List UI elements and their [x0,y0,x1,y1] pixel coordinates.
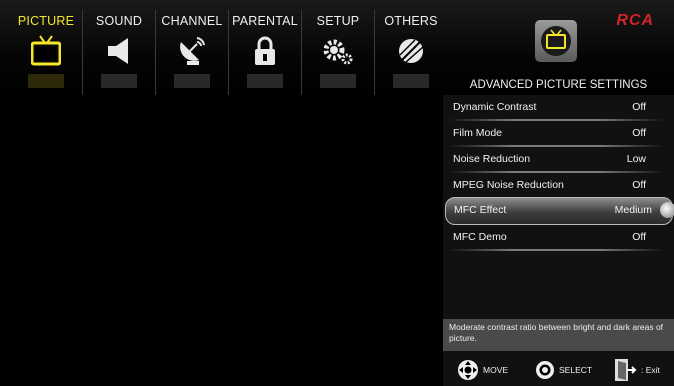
ok-button-icon [536,361,554,379]
tab-label: CHANNEL [161,14,223,28]
setting-mpeg-noise-reduction[interactable]: MPEG Noise Reduction Off [443,173,674,199]
tab-label: PARENTAL [232,14,298,28]
tab-label: OTHERS [384,14,438,28]
section-title: ADVANCED PICTURE SETTINGS [469,79,648,91]
tab-others[interactable]: OTHERS [375,10,447,95]
legend-move-label: MOVE [483,365,509,375]
legend-exit: : Exit [613,357,660,383]
setting-value: Off [632,231,646,243]
tab-parental[interactable]: PARENTAL [229,10,302,95]
setting-label: Film Mode [453,127,503,139]
exit-door-icon [615,359,637,381]
rca-logo: RCA [616,12,654,29]
setting-mfc-effect[interactable]: MFC Effect Medium [445,197,674,225]
help-box: Moderate contrast ratio between bright a… [443,319,674,351]
setting-label: Dynamic Contrast [453,101,537,113]
setting-value: Off [632,101,646,113]
button-legend: MOVE SELECT : Exit [443,357,674,383]
tab-reflection [101,74,137,88]
setting-label: MFC Demo [453,231,507,243]
tab-label: PICTURE [17,14,75,28]
tab-reflection [174,74,210,88]
setting-film-mode[interactable]: Film Mode Off [443,121,674,147]
top-menu-bar: PICTURE SOUND CHANNEL PARENTAL SETUP OTH… [0,0,674,95]
lock-icon [255,36,275,65]
tab-picture[interactable]: PICTURE [10,10,83,95]
tab-reflection [320,74,356,88]
tab-reflection [247,74,283,88]
legend-select: SELECT [535,357,592,383]
selection-knob [660,202,674,218]
video-preview-area [0,95,443,386]
section-tv-icon [535,20,577,62]
setting-value: Medium [614,204,652,216]
row-divider [449,249,664,251]
setting-value: Off [632,179,646,191]
tv-icon [31,35,61,66]
setting-mfc-demo[interactable]: MFC Demo Off [443,225,674,251]
setting-label: MFC Effect [454,204,507,216]
legend-exit-label: : Exit [641,365,660,375]
help-text: Moderate contrast ratio between bright a… [449,322,664,343]
legend-move: MOVE [457,357,508,383]
others-icon [399,39,424,63]
dpad-icon [458,360,478,380]
setting-value: Low [626,153,646,165]
satellite-dish-icon [180,37,205,65]
tab-reflection [393,74,429,88]
tab-label: SOUND [95,14,143,28]
legend-select-label: SELECT [559,365,593,375]
settings-panel: Dynamic Contrast Off Film Mode Off Noise… [443,95,674,386]
setting-dynamic-contrast[interactable]: Dynamic Contrast Off [443,95,674,121]
speaker-icon [108,38,128,64]
tab-sound[interactable]: SOUND [83,10,156,95]
setting-label: MPEG Noise Reduction [453,179,564,191]
tab-label: SETUP [316,14,360,28]
setting-noise-reduction[interactable]: Noise Reduction Low [443,147,674,173]
setting-label: Noise Reduction [453,153,531,165]
tab-reflection [28,74,64,88]
tab-channel[interactable]: CHANNEL [156,10,229,95]
gears-icon [323,39,353,65]
menu-tabs: PICTURE SOUND CHANNEL PARENTAL SETUP OTH… [10,10,447,95]
setting-value: Off [632,127,646,139]
tab-setup[interactable]: SETUP [302,10,375,95]
tv-icon [541,26,571,56]
